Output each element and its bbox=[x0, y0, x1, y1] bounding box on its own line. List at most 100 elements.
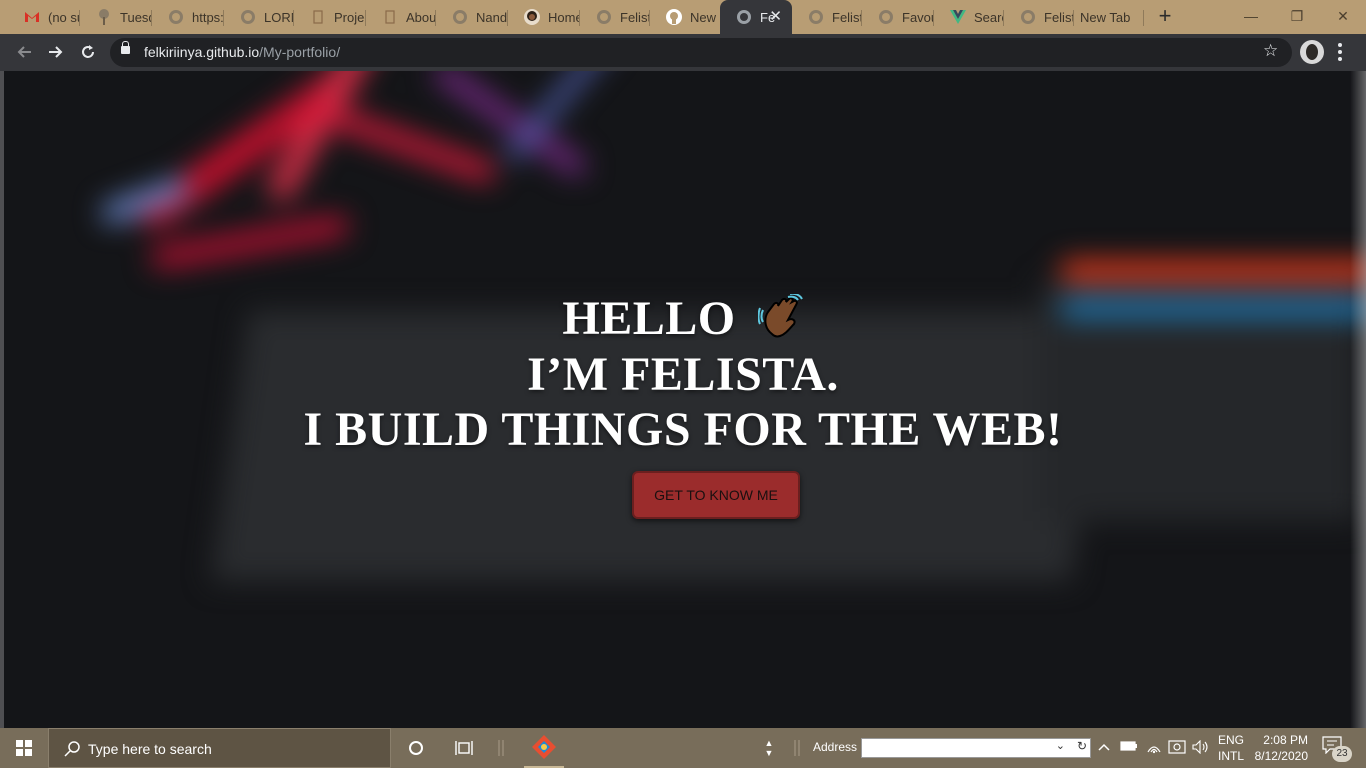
globe-icon bbox=[808, 9, 824, 25]
url-path: /My-portfolio/ bbox=[259, 44, 341, 60]
tab-separator bbox=[1143, 10, 1144, 26]
cortana-circle-icon bbox=[409, 741, 423, 755]
start-button[interactable] bbox=[0, 728, 48, 768]
chevron-up-icon[interactable]: ▲ bbox=[765, 738, 774, 748]
hero-greeting: HELLO bbox=[0, 291, 1366, 346]
tab-gmail[interactable]: (no su bbox=[8, 2, 80, 32]
back-button[interactable] bbox=[12, 40, 36, 64]
globe-icon bbox=[452, 9, 468, 25]
chevron-down-icon[interactable]: ⌄ bbox=[1056, 739, 1065, 752]
waving-hand-icon bbox=[757, 292, 804, 340]
tab-label: New I bbox=[690, 9, 720, 25]
globe-icon bbox=[168, 9, 184, 25]
volume-icon[interactable] bbox=[1192, 739, 1210, 757]
task-view-icon bbox=[455, 741, 473, 755]
tab-about[interactable]: About bbox=[366, 2, 436, 32]
tab-label: Home bbox=[548, 9, 580, 25]
language-code: ENG bbox=[1218, 733, 1245, 747]
lock-icon bbox=[121, 41, 130, 54]
chevron-down-icon[interactable]: ▼ bbox=[765, 748, 774, 758]
tab-label: (no su bbox=[48, 9, 80, 25]
forward-button[interactable] bbox=[44, 40, 68, 64]
tab-new-issue[interactable]: New I bbox=[650, 2, 720, 32]
taskbar-search-box[interactable]: Type here to search bbox=[48, 728, 391, 768]
hero-name-line: I’M FELISTA. bbox=[527, 348, 839, 401]
wifi-icon[interactable] bbox=[1146, 740, 1162, 757]
windows-logo-icon bbox=[16, 740, 32, 756]
browser-tab-strip: (no su Tuesd https: LORN Projec About bbox=[0, 0, 1366, 34]
address-toolbar-grip[interactable] bbox=[790, 728, 804, 768]
vue-icon bbox=[950, 9, 966, 25]
taskbar-app-git[interactable] bbox=[524, 728, 564, 768]
toolbar-scroll-arrows[interactable]: ▲ ▼ bbox=[760, 728, 778, 768]
search-placeholder: Type here to search bbox=[88, 741, 212, 757]
globe-icon bbox=[596, 9, 612, 25]
reload-button[interactable] bbox=[76, 40, 100, 64]
tab-label: Nand bbox=[476, 9, 508, 25]
tab-label: Tuesd bbox=[120, 9, 152, 25]
tab-felista-3[interactable]: Felista bbox=[1004, 2, 1074, 32]
tab-label: Projec bbox=[334, 9, 366, 25]
avatar-icon bbox=[524, 9, 540, 25]
gmail-icon bbox=[24, 9, 40, 25]
tab-label: New Tab bbox=[1080, 9, 1131, 25]
tab-home[interactable]: Home bbox=[508, 2, 580, 32]
minimize-button[interactable]: — bbox=[1228, 0, 1274, 32]
tab-new-tab[interactable]: New Tab bbox=[1074, 2, 1144, 32]
bookmark-star-icon[interactable]: ☆ bbox=[1263, 41, 1278, 61]
url-text[interactable]: felkiriinya.github.io/My-portfolio/ bbox=[144, 44, 340, 60]
tab-https[interactable]: https: bbox=[152, 2, 224, 32]
tab-felista-active[interactable]: Fe ✕ bbox=[720, 0, 792, 34]
close-icon[interactable]: ✕ bbox=[769, 9, 782, 25]
arrow-right-icon bbox=[49, 46, 63, 58]
new-tab-button[interactable]: + bbox=[1154, 5, 1176, 27]
tree-icon bbox=[96, 9, 112, 25]
address-toolbar-input[interactable]: ⌄ ↻ bbox=[861, 738, 1091, 758]
tab-projects[interactable]: Projec bbox=[294, 2, 366, 32]
refresh-icon[interactable]: ↻ bbox=[1077, 739, 1087, 753]
system-clock[interactable]: 2:08 PM 8/12/2020 bbox=[1254, 732, 1308, 764]
reload-icon bbox=[82, 45, 94, 58]
meet-now-icon[interactable] bbox=[1168, 740, 1186, 757]
kebab-menu-icon[interactable] bbox=[1338, 43, 1342, 64]
tab-lorn[interactable]: LORN bbox=[224, 2, 294, 32]
battery-icon[interactable] bbox=[1120, 740, 1138, 755]
tab-search[interactable]: Searc bbox=[934, 2, 1004, 32]
tab-label: Favou bbox=[902, 9, 934, 25]
task-view-button[interactable] bbox=[446, 728, 482, 768]
tab-label: Felista bbox=[620, 9, 650, 25]
action-center-button[interactable]: 23 bbox=[1322, 736, 1352, 762]
close-window-button[interactable]: ✕ bbox=[1320, 0, 1366, 32]
address-bar[interactable]: felkiriinya.github.io/My-portfolio/ ☆ bbox=[110, 38, 1292, 67]
clock-date: 8/12/2020 bbox=[1254, 749, 1308, 763]
tab-tuesday[interactable]: Tuesd bbox=[80, 2, 152, 32]
tab-felista-1[interactable]: Felista bbox=[580, 2, 650, 32]
tab-label: Searc bbox=[974, 9, 1004, 25]
maximize-button[interactable]: ❐ bbox=[1274, 0, 1320, 32]
scrollbar[interactable] bbox=[1350, 71, 1366, 728]
notification-count-badge: 23 bbox=[1332, 746, 1352, 762]
tab-label: Felista bbox=[1044, 9, 1074, 25]
tab-favourites[interactable]: Favou bbox=[862, 2, 934, 32]
chevron-up-icon[interactable] bbox=[1098, 740, 1110, 755]
tab-label: About bbox=[406, 9, 436, 25]
url-host: felkiriinya.github.io bbox=[144, 44, 260, 60]
toolbar-divider bbox=[494, 728, 508, 768]
hero-section: HELLO I’M FELISTA. I BUILD THINGS FOR TH… bbox=[0, 71, 1366, 728]
language-indicator[interactable]: ENG INTL bbox=[1218, 732, 1244, 764]
bookmark-icon bbox=[310, 9, 326, 25]
globe-icon bbox=[878, 9, 894, 25]
cortana-button[interactable] bbox=[398, 728, 434, 768]
tab-label: Felista bbox=[832, 9, 862, 25]
github-icon bbox=[666, 9, 682, 25]
browser-toolbar: felkiriinya.github.io/My-portfolio/ ☆ bbox=[0, 34, 1366, 71]
bookmark-icon bbox=[382, 9, 398, 25]
globe-icon bbox=[1020, 9, 1036, 25]
globe-icon bbox=[736, 9, 752, 25]
tab-felista-2[interactable]: Felista bbox=[792, 2, 862, 32]
hero-tagline: I BUILD THINGS FOR THE WEB! bbox=[303, 403, 1063, 456]
tab-nand[interactable]: Nand bbox=[436, 2, 508, 32]
profile-avatar[interactable] bbox=[1300, 40, 1324, 64]
get-to-know-me-button[interactable]: GET TO KNOW ME bbox=[632, 471, 800, 519]
address-toolbar-label: Address bbox=[813, 740, 858, 754]
